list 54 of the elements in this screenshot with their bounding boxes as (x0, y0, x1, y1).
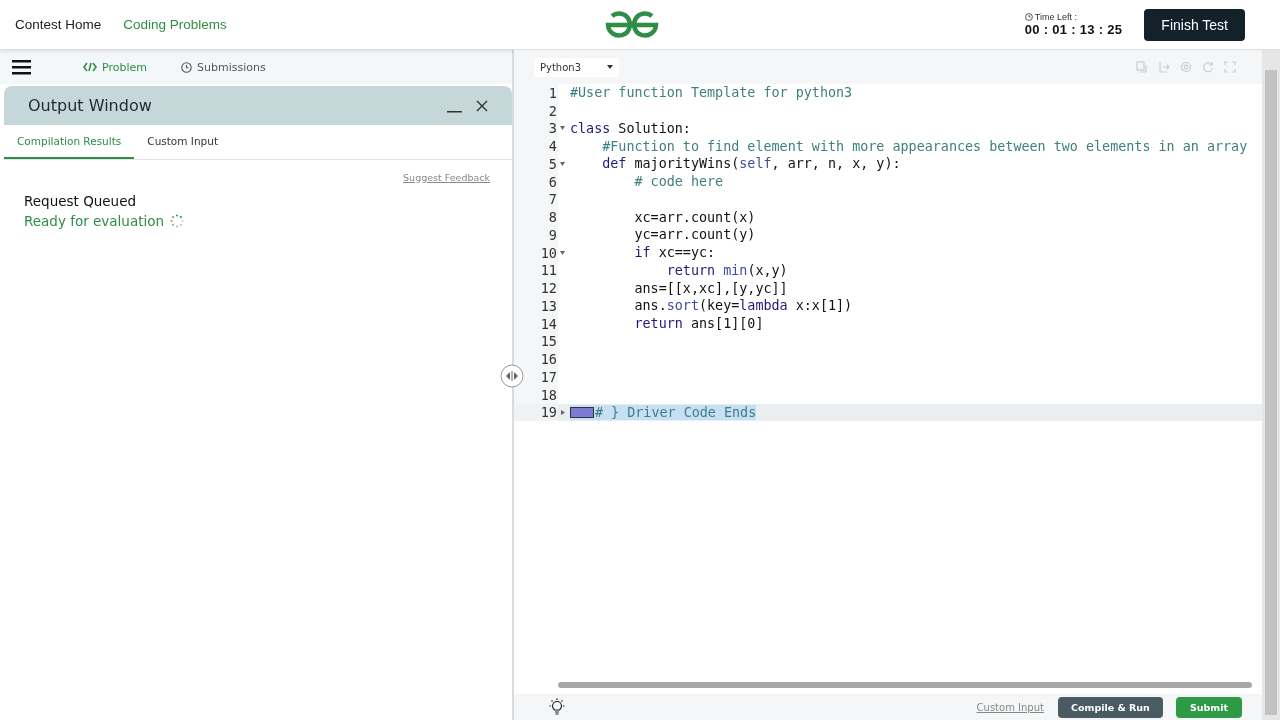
line-number: 16 (514, 350, 558, 368)
caret-icon[interactable] (607, 65, 614, 69)
code-line: # code here (633, 174, 724, 190)
line-number: 13 (514, 297, 558, 315)
timer-value: 00 : 01 : 13 : 25 (1024, 22, 1123, 37)
suggest-feedback-link[interactable]: Suggest Feedback (403, 172, 490, 183)
horizontal-scrollbar[interactable] (558, 682, 1252, 688)
language-dropdown[interactable]: Python3 (534, 57, 620, 77)
code-icon (83, 62, 97, 72)
code-line: ans.sort(key=lambda x:x[1]) (633, 298, 853, 314)
code-line: #Function to find element with more appearances between two elements in an array (601, 138, 1248, 154)
problem-tab[interactable]: Problem (83, 60, 147, 74)
status-title: Request Queued (24, 193, 138, 209)
logo-icon (604, 10, 660, 40)
clock-icon (181, 61, 192, 73)
menu-icon[interactable] (12, 59, 31, 75)
code-line: return min(x,y) (665, 262, 788, 278)
fold-caret-icon[interactable] (560, 126, 565, 131)
code-line: yc=arr.count(y) (633, 227, 756, 243)
line-number: 1 (514, 84, 558, 102)
nav-link[interactable]: Coding Problems (123, 17, 227, 32)
lightbulb-icon[interactable] (548, 698, 566, 716)
finish-test-button[interactable]: Finish Test (1144, 8, 1245, 41)
output-tab[interactable]: Compilation Results (4, 125, 135, 159)
code-line: ans=[[x,xc],[y,yc]] (633, 280, 788, 296)
output-window-title: Output Window (28, 96, 152, 115)
code-line: return ans[1][0] (633, 316, 764, 332)
code-line: if xc==yc: (633, 245, 716, 261)
vertical-scrollbar[interactable] (1262, 50, 1280, 720)
compile-run-button[interactable]: Compile & Run (1058, 696, 1163, 718)
close-button[interactable] (476, 99, 488, 112)
fold-caret-icon[interactable] (560, 250, 565, 255)
fold-caret-icon[interactable] (560, 161, 565, 166)
submit-button[interactable]: Submit (1175, 696, 1242, 718)
problem-tab[interactable]: Submissions (181, 60, 266, 74)
output-tab[interactable]: Custom Input (134, 125, 232, 159)
code-line: class Solution: (570, 120, 691, 136)
code-line: def majorityWins(self, arr, n, x, y): (601, 156, 901, 172)
clock-icon (1024, 13, 1033, 21)
line-number: 9 (514, 226, 558, 244)
timer-label: Time Left : (1034, 12, 1077, 22)
line-number: 8 (514, 208, 558, 226)
loading-spinner-icon (170, 214, 185, 228)
nav-link[interactable]: Contest Home (15, 17, 102, 32)
status-message: Ready for evaluation (24, 213, 165, 229)
line-number: 12 (514, 279, 558, 297)
code-line: xc=arr.count(x) (633, 209, 756, 225)
resize-handle-icon[interactable] (500, 364, 524, 388)
minimize-icon[interactable] (447, 110, 462, 113)
unfold-caret-icon[interactable] (560, 409, 565, 415)
selection-block-icon (570, 406, 594, 418)
line-number: 4 (514, 137, 558, 155)
code-line: #User function Template for python3 (570, 85, 853, 101)
line-number: 5 (514, 155, 558, 173)
